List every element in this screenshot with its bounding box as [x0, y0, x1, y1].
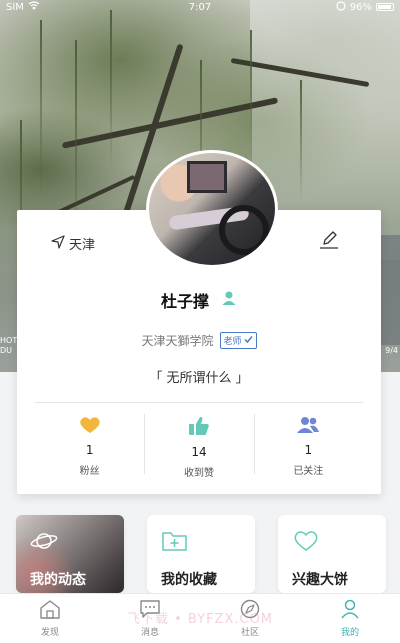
gender-user-icon — [221, 290, 237, 310]
stat-count: 1 — [304, 443, 313, 457]
divider — [35, 402, 363, 403]
school-name: 天津天獅学院 — [141, 334, 214, 348]
user-motto: 「 无所谓什么 」 — [149, 371, 249, 386]
folder-plus-icon — [161, 529, 189, 553]
profile-card: 天津 杜子撑 天津天獅学院 老师 「 无所谓什么 」 1 粉丝 14 收到赞 1… — [17, 150, 381, 494]
thumbs-up-icon — [188, 416, 210, 440]
school-row: 天津天獅学院 老师 — [17, 332, 381, 349]
tab-label: 发现 — [40, 628, 59, 638]
message-icon — [139, 599, 161, 623]
role-badge: 老师 — [219, 332, 257, 349]
avatar-steering-wheel — [219, 205, 269, 255]
edit-profile-button[interactable] — [317, 228, 341, 252]
cover-side-text-left: HOT DU — [0, 336, 18, 355]
role-badge-label: 老师 — [223, 337, 242, 347]
cover-side-text-right: 9/4 — [385, 346, 398, 355]
tab-discover[interactable]: 发现 — [0, 594, 100, 643]
stat-count: 1 — [85, 443, 94, 457]
tab-label: 我的 — [340, 628, 359, 638]
stat-label: 已关注 — [293, 466, 324, 477]
tile-label: 我的动态 — [30, 572, 86, 588]
tab-label: 社区 — [240, 628, 259, 638]
carrier-label: SIM — [6, 1, 24, 13]
tree-branch — [61, 97, 279, 149]
planet-icon — [30, 529, 58, 553]
bottom-tab-bar: 发现 消息 社区 我的 — [0, 593, 400, 643]
stats-row: 1 粉丝 14 收到赞 1 已关注 — [35, 410, 363, 480]
users-icon — [296, 416, 320, 438]
willow-strand — [40, 20, 42, 200]
status-time: 7:07 — [188, 1, 212, 13]
tab-me[interactable]: 我的 — [300, 594, 400, 643]
stat-label: 粉丝 — [79, 466, 100, 477]
tile-interests[interactable]: 兴趣大饼 — [278, 515, 386, 593]
tile-my-favorites[interactable]: 我的收藏 — [147, 515, 255, 593]
heart-outline-icon — [292, 529, 320, 553]
tile-label: 兴趣大饼 — [292, 572, 348, 588]
pencil-icon — [317, 231, 341, 256]
willow-strand — [110, 10, 112, 170]
stat-followers[interactable]: 1 粉丝 — [35, 410, 144, 480]
status-bar: SIM 7:07 96% — [0, 0, 400, 14]
wifi-icon — [28, 1, 40, 13]
home-icon — [39, 599, 61, 623]
stat-following[interactable]: 1 已关注 — [253, 410, 363, 480]
stat-label: 收到赞 — [183, 468, 214, 479]
compass-icon — [239, 599, 261, 623]
stat-count: 14 — [191, 445, 207, 459]
battery-percent: 96% — [349, 1, 372, 13]
battery-icon — [376, 3, 394, 11]
orientation-lock-icon — [336, 0, 346, 14]
tile-my-posts[interactable]: 我的动态 — [16, 515, 124, 593]
feature-tiles: 我的动态 我的收藏 兴趣大饼 — [16, 515, 386, 593]
willow-strand — [300, 80, 302, 200]
user-icon — [339, 599, 361, 623]
tab-messages[interactable]: 消息 — [100, 594, 200, 643]
tile-label: 我的收藏 — [161, 572, 217, 588]
location-button[interactable]: 天津 — [51, 234, 95, 253]
name-row: 杜子撑 — [17, 288, 381, 312]
tab-label: 消息 — [140, 628, 159, 638]
building — [378, 235, 400, 345]
tab-community[interactable]: 社区 — [200, 594, 300, 643]
location-arrow-icon — [51, 234, 65, 253]
heart-icon — [79, 416, 101, 438]
avatar[interactable] — [146, 150, 278, 268]
avatar-car-window — [187, 161, 227, 193]
stat-likes[interactable]: 14 收到赞 — [144, 410, 253, 480]
location-label: 天津 — [69, 238, 96, 253]
user-name: 杜子撑 — [160, 292, 209, 311]
verified-check-icon — [243, 335, 253, 347]
